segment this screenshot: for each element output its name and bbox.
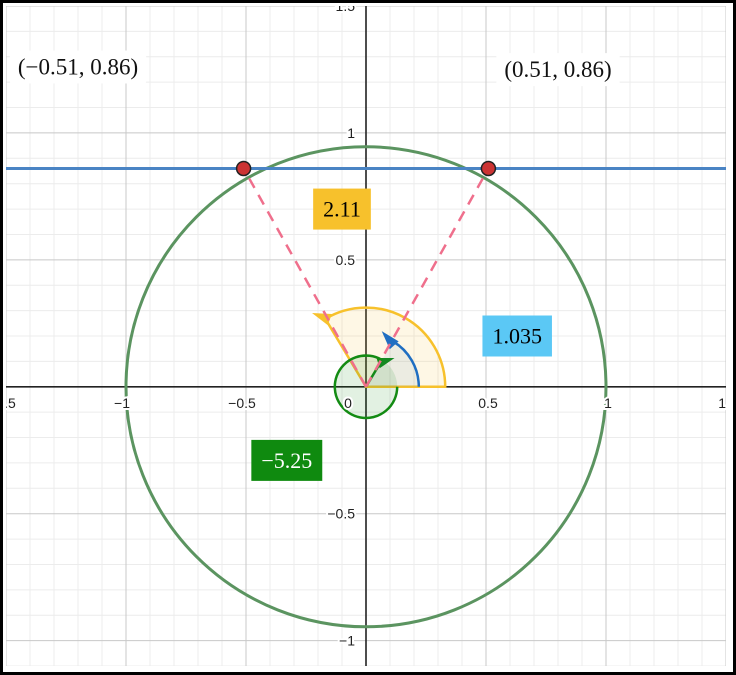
badge-angle-neg-5.25: −5.25 <box>251 439 323 481</box>
point-label-text: (0.51, 0.86) <box>504 57 611 82</box>
y-tick-label: −0.5 <box>327 506 355 522</box>
point-marker <box>235 160 252 177</box>
point-label: (−0.51, 0.86) <box>9 50 147 84</box>
badge-angle-neg-5.25-text: −5.25 <box>261 448 312 473</box>
badge-angle-1.035: 1.035 <box>482 315 552 357</box>
x-tick-label: 1 <box>604 395 612 411</box>
badge-angle-2.11-text: 2.11 <box>323 197 361 222</box>
badge-angle-1.035-text: 1.035 <box>492 324 542 349</box>
point-marker <box>480 160 497 177</box>
x-tick-label: −0.5 <box>228 395 256 411</box>
y-tick-label: 1 <box>347 125 355 141</box>
graph-plot: −1.5 −1 −0.5 0 0.5 1 1.5 −1 −0.5 0.5 1 1.5 (−0.51, … <box>6 6 726 666</box>
annotations: (−0.51, 0.86) (0.51, 0.86) 2.11 1.035 −5.25 <box>9 50 620 481</box>
x-tick-label: −1 <box>114 395 130 411</box>
x-tick-label: 1.5 <box>718 395 726 411</box>
x-tick-label: 0.5 <box>478 395 498 411</box>
y-tick-label: 0.5 <box>336 252 356 268</box>
point-label: (0.51, 0.86) <box>496 53 620 87</box>
y-tick-label: −1 <box>339 633 355 649</box>
badge-angle-2.11: 2.11 <box>313 188 371 230</box>
y-tick-label: 1.5 <box>336 6 356 14</box>
point-label-text: (−0.51, 0.86) <box>18 55 138 80</box>
x-tick-label: 0 <box>344 395 352 411</box>
x-tick-label: −1.5 <box>6 395 16 411</box>
